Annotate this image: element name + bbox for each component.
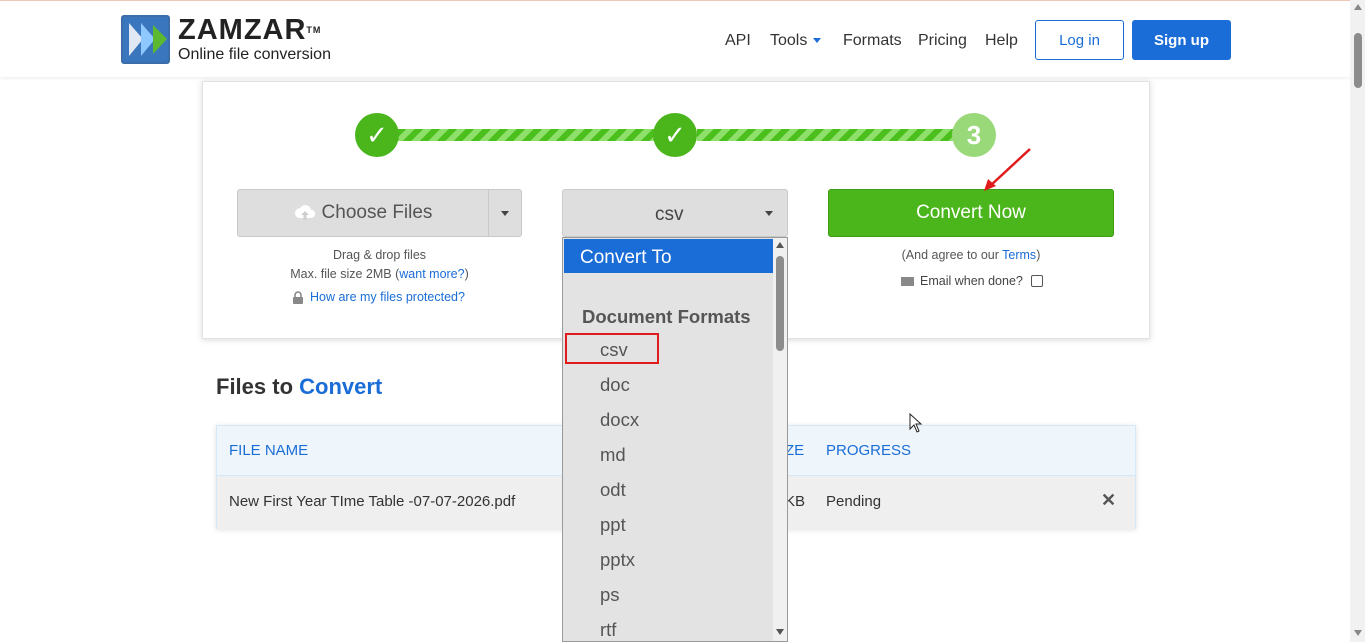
email-when-done: Email when done? [901, 274, 1043, 288]
files-protected-link[interactable]: How are my files protected? [292, 290, 465, 304]
mouse-cursor-icon [909, 413, 923, 433]
choose-files-dropdown-toggle[interactable] [488, 189, 522, 237]
chevron-down-icon [813, 38, 822, 44]
remove-file-icon[interactable]: ✕ [1101, 490, 1116, 511]
signup-button[interactable]: Sign up [1132, 20, 1231, 60]
convert-to-select[interactable]: csv [562, 189, 788, 237]
scroll-up-arrow-icon[interactable] [776, 242, 784, 248]
chevron-down-icon [501, 210, 509, 216]
progress-cell: Pending [826, 493, 882, 510]
nav-api[interactable]: API [725, 32, 751, 50]
terms-link[interactable]: Terms [1002, 248, 1036, 262]
zamzar-logo[interactable]: ZAMZARTM Online file conversion [121, 15, 331, 64]
dropdown-scrollbar-thumb[interactable] [776, 256, 784, 351]
format-option-rtf[interactable]: rtf [600, 619, 616, 641]
format-option-pptx[interactable]: pptx [600, 549, 635, 571]
email-when-done-checkbox[interactable] [1030, 275, 1043, 287]
red-arrow-annotation-icon [984, 148, 1031, 191]
nav-tools[interactable]: Tools [770, 32, 822, 50]
page-scrollbar[interactable] [1350, 0, 1365, 642]
nav-tools-label: Tools [770, 32, 808, 49]
envelope-icon [901, 276, 914, 286]
format-option-doc[interactable]: doc [600, 374, 630, 396]
convert-to-dropdown-list[interactable]: Convert To Document Formats csv doc docx… [562, 237, 788, 642]
format-option-ps[interactable]: ps [600, 584, 620, 606]
progress-line-step2-3 [697, 129, 955, 141]
terms-agreement-text: (And agree to our Terms) [901, 248, 1041, 262]
dropdown-scrollbar[interactable] [773, 238, 787, 641]
lock-icon [293, 290, 303, 304]
files-protected-label: How are my files protected? [310, 290, 465, 304]
want-more-link[interactable]: want more? [399, 267, 464, 281]
column-progress: PROGRESS [826, 442, 912, 459]
email-when-done-label: Email when done? [920, 274, 1023, 288]
drag-drop-text: Drag & drop files [332, 248, 427, 262]
max-file-size-text: Max. file size 2MB (want more?) [290, 267, 469, 281]
login-button[interactable]: Log in [1035, 20, 1124, 60]
progress-line-step1-2 [398, 129, 654, 141]
csv-highlight-annotation [565, 333, 659, 364]
format-option-odt[interactable]: odt [600, 479, 626, 501]
scrollbar-thumb[interactable] [1354, 33, 1362, 88]
choose-files-button[interactable]: Choose Files [237, 189, 489, 237]
choose-files-label: Choose Files [321, 202, 433, 223]
format-option-docx[interactable]: docx [600, 409, 639, 431]
step-2-indicator: ✓ [653, 113, 697, 157]
file-size-cell: KB [785, 493, 806, 510]
nav-formats[interactable]: Formats [843, 32, 902, 50]
format-option-md[interactable]: md [600, 444, 626, 466]
scroll-down-arrow-icon[interactable] [776, 629, 784, 635]
group-document-formats: Document Formats [582, 306, 751, 327]
files-to-convert-heading: Files to Convert [216, 374, 383, 399]
cloud-upload-icon [294, 205, 315, 220]
logo-tagline: Online file conversion [178, 46, 331, 63]
scroll-down-arrow-icon[interactable] [1354, 630, 1362, 636]
nav-pricing[interactable]: Pricing [918, 32, 967, 50]
format-option-ppt[interactable]: ppt [600, 514, 626, 536]
column-file-name: FILE NAME [229, 442, 309, 459]
file-name-cell: New First Year TIme Table -07-07-2026.pd… [229, 493, 516, 510]
nav-help[interactable]: Help [985, 32, 1018, 50]
logo-brand-name: ZAMZARTM [178, 14, 322, 46]
dropdown-header-convert-to: Convert To [564, 239, 773, 273]
step-1-indicator: ✓ [355, 113, 399, 157]
chevron-down-icon [765, 211, 773, 216]
selected-format-value: csv [655, 204, 684, 225]
convert-now-button[interactable]: Convert Now [828, 189, 1114, 237]
top-navigation-bar: ZAMZARTM Online file conversion API Tool… [0, 0, 1350, 77]
scroll-up-arrow-icon[interactable] [1354, 4, 1362, 10]
zamzar-logo-icon [121, 15, 170, 64]
